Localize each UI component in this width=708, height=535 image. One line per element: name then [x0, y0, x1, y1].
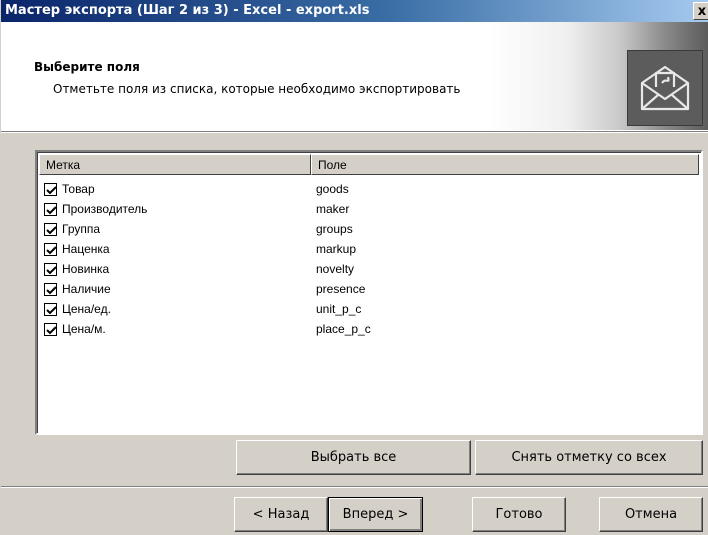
checkbox-checked[interactable] [44, 323, 57, 336]
close-button[interactable]: x [693, 2, 708, 20]
list-item[interactable]: Цена/ед. unit_p_c [41, 299, 697, 319]
row-field: markup [316, 242, 357, 256]
checkbox-checked[interactable] [44, 283, 57, 296]
step-subtitle: Отметьте поля из списка, которые необход… [53, 82, 461, 96]
list-item[interactable]: Наличие presence [41, 279, 697, 299]
column-header-field[interactable]: Поле [311, 154, 699, 175]
title-bar[interactable]: Мастер экспорта (Шаг 2 из 3) - Excel - e… [1, 0, 708, 22]
row-field: groups [316, 222, 353, 236]
checkbox-checked[interactable] [44, 183, 57, 196]
row-label: Производитель [62, 202, 148, 216]
row-label: Товар [62, 182, 95, 196]
wizard-header: Выберите поля Отметьте поля из списка, к… [1, 22, 708, 133]
list-item[interactable]: Товар goods [41, 179, 697, 199]
row-field: unit_p_c [316, 302, 362, 316]
row-label: Новинка [62, 262, 110, 276]
back-button[interactable]: < Назад [234, 497, 328, 532]
window-title: Мастер экспорта (Шаг 2 из 3) - Excel - e… [5, 3, 370, 18]
list-item[interactable]: Производитель maker [41, 199, 697, 219]
column-header-label[interactable]: Метка [39, 154, 311, 175]
row-label: Цена/м. [62, 322, 106, 336]
deselect-all-button[interactable]: Снять отметку со всех [475, 440, 703, 475]
select-all-button[interactable]: Выбрать все [236, 440, 471, 475]
export-wizard-window: Мастер экспорта (Шаг 2 из 3) - Excel - e… [0, 0, 708, 535]
envelope-icon [627, 50, 703, 126]
row-label: Цена/ед. [62, 302, 111, 316]
checkbox-checked[interactable] [44, 243, 57, 256]
step-title: Выберите поля [34, 60, 140, 74]
checkbox-checked[interactable] [44, 203, 57, 216]
list-header: Метка Поле [39, 154, 699, 175]
checkbox-checked[interactable] [44, 303, 57, 316]
list-item[interactable]: Группа groups [41, 219, 697, 239]
row-label: Группа [62, 222, 101, 236]
row-label: Наценка [62, 242, 110, 256]
row-label: Наличие [62, 282, 111, 296]
fields-list[interactable]: Метка Поле Товар goods Производитель mak… [35, 150, 703, 435]
list-rows: Товар goods Производитель maker Группа g… [41, 179, 697, 339]
row-field: goods [316, 182, 349, 196]
next-button[interactable]: Вперед > [328, 497, 423, 532]
list-item[interactable]: Наценка markup [41, 239, 697, 259]
checkbox-checked[interactable] [44, 223, 57, 236]
finish-button[interactable]: Готово [472, 497, 566, 532]
checkbox-checked[interactable] [44, 263, 57, 276]
footer-divider [1, 486, 708, 488]
list-item[interactable]: Новинка novelty [41, 259, 697, 279]
row-field: presence [316, 282, 366, 296]
row-field: novelty [316, 262, 355, 276]
row-field: place_p_c [316, 322, 371, 336]
list-item[interactable]: Цена/м. place_p_c [41, 319, 697, 339]
row-field: maker [316, 202, 350, 216]
cancel-button[interactable]: Отмена [599, 497, 703, 532]
